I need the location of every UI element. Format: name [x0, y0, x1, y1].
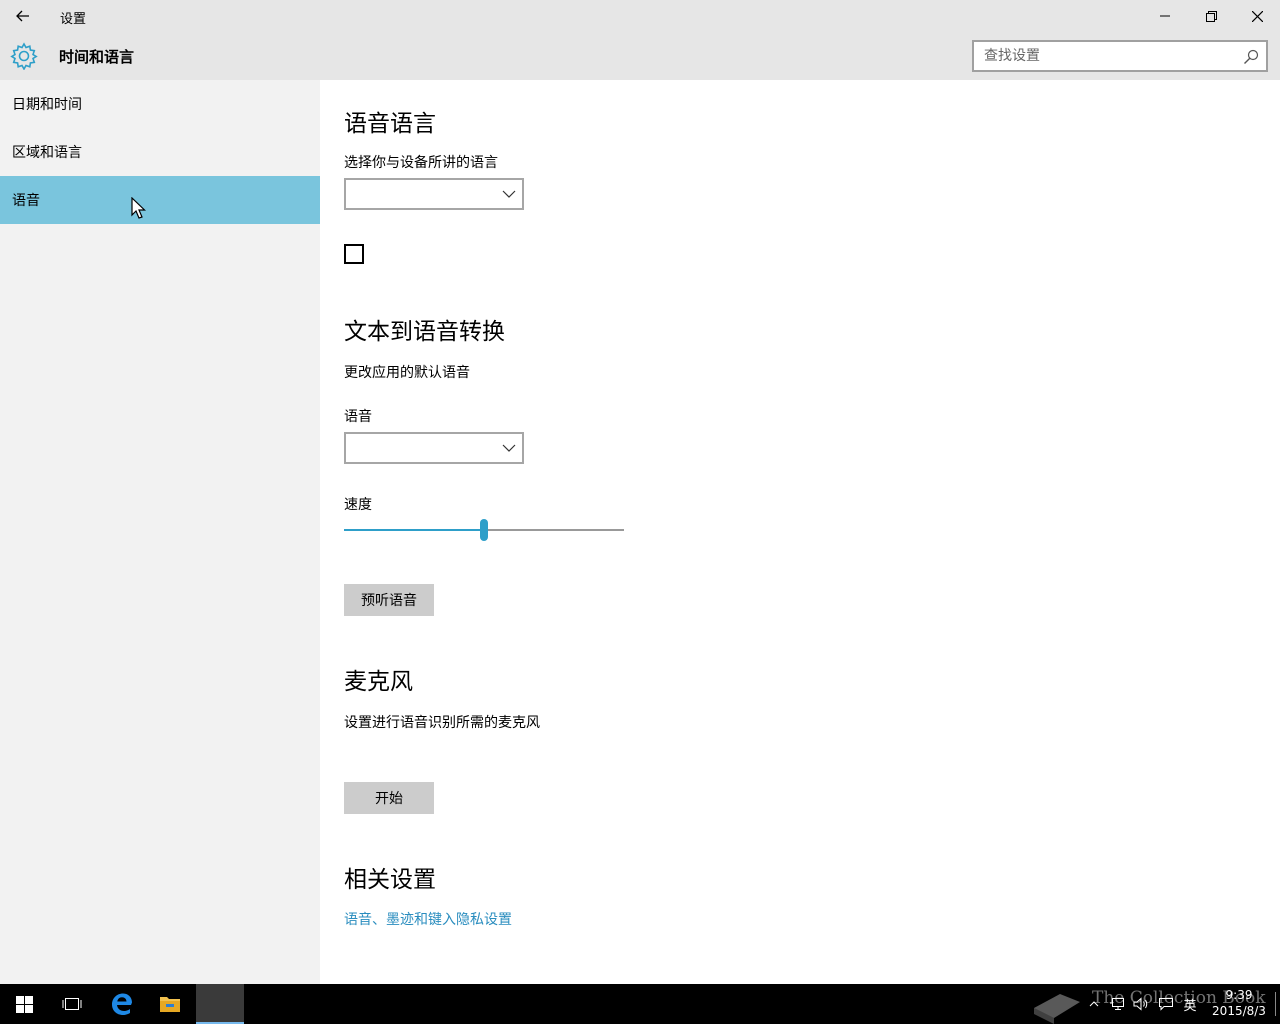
- sidebar-item-label: 日期和时间: [12, 97, 82, 113]
- back-arrow-icon: [16, 10, 29, 22]
- sidebar-item-label: 语音: [12, 193, 40, 209]
- start-button[interactable]: 开始: [344, 782, 434, 814]
- mouse-cursor-icon: [131, 197, 146, 219]
- clock-date: 2015/8/3: [1212, 1004, 1266, 1018]
- search-icon[interactable]: [1243, 49, 1259, 65]
- close-icon: [1251, 10, 1263, 22]
- volume-button[interactable]: [1130, 984, 1152, 1024]
- speed-slider[interactable]: [344, 518, 624, 542]
- gear-icon: [10, 42, 38, 70]
- app-title: 设置: [60, 12, 87, 27]
- start-menu-button[interactable]: [0, 984, 48, 1024]
- show-desktop-divider[interactable]: [1275, 992, 1276, 1016]
- chevron-down-icon: [502, 190, 516, 198]
- speech-checkbox[interactable]: [344, 244, 364, 264]
- back-button[interactable]: [0, 0, 46, 32]
- tray-overflow-button[interactable]: [1086, 984, 1102, 1024]
- settings-taskbar-button[interactable]: [196, 984, 244, 1024]
- input-method-indicator[interactable]: 英: [1179, 984, 1201, 1024]
- taskbar: The Collection Book 英 9:39 2015/8/3: [0, 984, 1280, 1024]
- section-title: 时间和语言: [59, 48, 135, 66]
- clock-time: 9:39: [1225, 988, 1253, 1002]
- slider-track: [484, 529, 624, 531]
- voice-label: 语音: [344, 409, 372, 425]
- microphone-description: 设置进行语音识别所需的麦克风: [344, 715, 540, 731]
- speech-language-heading: 语音语言: [344, 111, 436, 137]
- voice-dropdown[interactable]: [344, 432, 524, 464]
- restore-button[interactable]: [1188, 0, 1234, 32]
- speech-language-dropdown[interactable]: [344, 178, 524, 210]
- preview-voice-button[interactable]: 预听语音: [344, 584, 434, 616]
- slider-track-fill: [344, 529, 484, 531]
- volume-icon: [1133, 997, 1148, 1011]
- related-settings-heading: 相关设置: [344, 867, 436, 893]
- privacy-settings-link[interactable]: 语音、墨迹和键入隐私设置: [344, 909, 512, 929]
- restore-icon: [1205, 10, 1217, 22]
- network-button[interactable]: [1106, 984, 1128, 1024]
- speech-language-description: 选择你与设备所讲的语言: [344, 155, 498, 171]
- file-explorer-button[interactable]: [146, 984, 194, 1024]
- task-view-icon: [62, 998, 82, 1010]
- search-box[interactable]: [972, 40, 1268, 72]
- network-icon: [1110, 998, 1124, 1010]
- message-icon: [1159, 998, 1173, 1011]
- main-content: 语音语言 选择你与设备所讲的语言 文本到语音转换 更改应用的默认语音 语音 速度…: [320, 80, 1280, 984]
- sidebar-item-label: 区域和语言: [12, 145, 82, 161]
- title-bar: 设置: [0, 0, 1280, 32]
- action-center-button[interactable]: [1155, 984, 1177, 1024]
- tts-heading: 文本到语音转换: [344, 319, 505, 345]
- tts-description: 更改应用的默认语音: [344, 365, 470, 381]
- microphone-heading: 麦克风: [344, 669, 413, 695]
- task-view-button[interactable]: [48, 984, 96, 1024]
- slider-thumb[interactable]: [480, 519, 488, 541]
- windows-logo-icon: [15, 995, 33, 1013]
- minimize-icon: [1160, 15, 1170, 17]
- sidebar-item-speech[interactable]: 语音: [0, 176, 320, 224]
- edge-icon: [112, 993, 132, 1015]
- sidebar: 日期和时间 区域和语言 语音: [0, 80, 320, 984]
- close-button[interactable]: [1234, 0, 1280, 32]
- edge-browser-button[interactable]: [98, 984, 146, 1024]
- taskbar-clock[interactable]: 9:39 2015/8/3: [1205, 987, 1273, 1019]
- folder-icon: [160, 997, 180, 1012]
- book-watermark-icon: [1034, 994, 1080, 1024]
- sidebar-item-date-time[interactable]: 日期和时间: [0, 80, 320, 128]
- settings-header: 时间和语言: [0, 32, 1280, 80]
- minimize-button[interactable]: [1142, 0, 1188, 32]
- sidebar-item-region-language[interactable]: 区域和语言: [0, 128, 320, 176]
- chevron-up-icon: [1089, 1001, 1099, 1007]
- chevron-down-icon: [502, 444, 516, 452]
- search-input[interactable]: [984, 47, 1234, 65]
- speed-label: 速度: [344, 497, 372, 513]
